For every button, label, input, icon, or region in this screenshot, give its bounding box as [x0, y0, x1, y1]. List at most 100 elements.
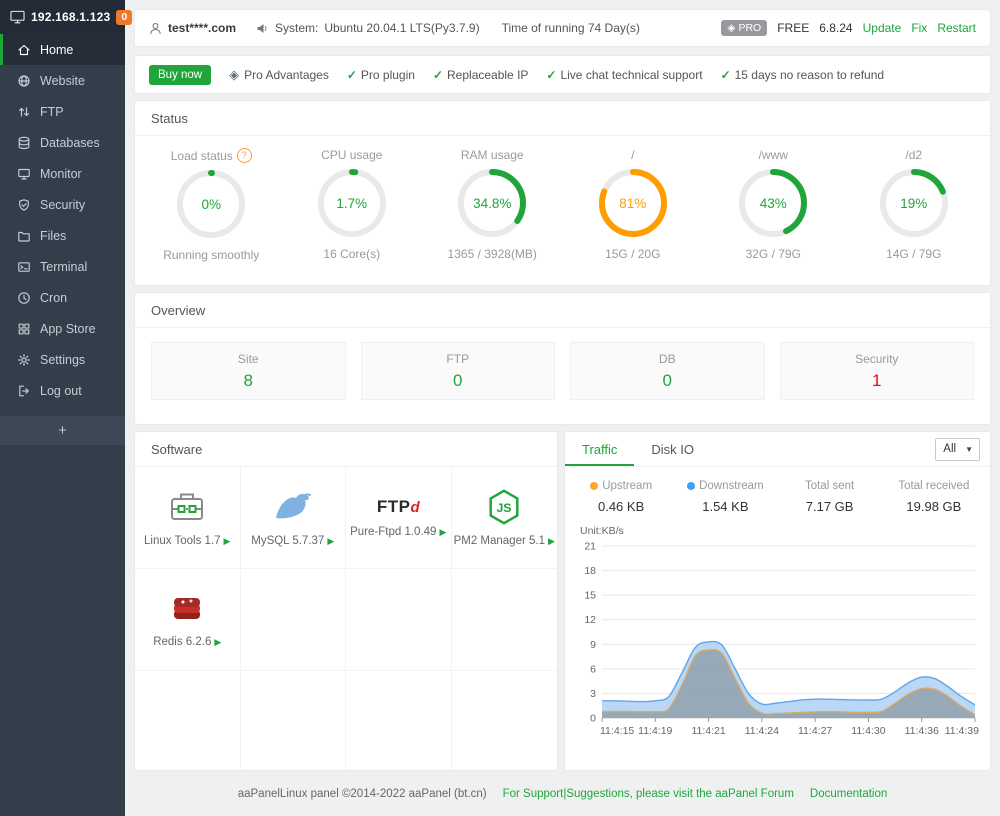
- software-title: Software: [135, 432, 557, 467]
- svg-text:21: 21: [584, 541, 596, 553]
- traffic-panel: Traffic Disk IO All ▼ Upstream0.46 KB Do…: [565, 432, 990, 770]
- pro-advantages-link[interactable]: ◈ Pro Advantages: [229, 67, 329, 83]
- server-ip: 192.168.1.123: [31, 10, 110, 24]
- gauge-disk-d2: /d2 19% 14G / 79G: [844, 148, 985, 262]
- software-grid: Linux Tools 1.7▶ MySQL 5.7.37▶ FTPd Pure…: [135, 467, 557, 770]
- software-cell-empty: [241, 569, 347, 671]
- sidebar-item-label: Terminal: [40, 260, 87, 274]
- running-icon: ▶: [548, 536, 555, 547]
- pro-feature: ✓Pro plugin: [347, 68, 415, 82]
- account-menu[interactable]: test****.com: [149, 21, 236, 35]
- sidebar-item-label: Security: [40, 198, 85, 212]
- software-cell-empty: [346, 671, 452, 770]
- software-cell-empty: [135, 671, 241, 770]
- tab-traffic[interactable]: Traffic: [565, 432, 634, 466]
- user-icon: [149, 22, 162, 35]
- svg-text:11:4:19: 11:4:19: [638, 725, 672, 737]
- topbar: test****.com System: Ubuntu 20.04.1 LTS(…: [135, 10, 990, 46]
- traffic-range-select[interactable]: All ▼: [935, 438, 980, 461]
- sidebar-item-logout[interactable]: Log out: [0, 375, 125, 406]
- software-pm2[interactable]: JS PM2 Manager 5.1▶: [452, 467, 558, 569]
- check-icon: ✓: [433, 68, 443, 82]
- restart-link[interactable]: Restart: [937, 21, 976, 35]
- software-pure-ftpd[interactable]: FTPd Pure-Ftpd 1.0.49▶: [346, 467, 452, 569]
- gauge-load-status: Load status? 0% Running smoothly: [141, 148, 282, 262]
- sidebar-item-label: Files: [40, 229, 66, 243]
- overview-ftp[interactable]: FTP0: [361, 342, 556, 400]
- sidebar-item-monitor[interactable]: Monitor: [0, 158, 125, 189]
- system-info: System: Ubuntu 20.04.1 LTS(Py3.7.9): [256, 21, 480, 35]
- sidebar-item-settings[interactable]: Settings: [0, 344, 125, 375]
- overview-panel: Overview Site8 FTP0 DB0 Security1: [135, 293, 990, 424]
- gauge-disk-www: /www 43% 32G / 79G: [703, 148, 844, 262]
- upstream-dot: [590, 482, 598, 490]
- footer: aaPanelLinux panel ©2014-2022 aaPanel (b…: [135, 788, 990, 800]
- stat-upstream: Upstream0.46 KB: [569, 480, 673, 514]
- pro-badge[interactable]: ◈ PRO: [721, 20, 767, 36]
- svg-text:11:4:21: 11:4:21: [691, 725, 725, 737]
- downstream-dot: [687, 482, 695, 490]
- software-redis[interactable]: Redis 6.2.6▶: [135, 569, 241, 671]
- fix-link[interactable]: Fix: [911, 21, 927, 35]
- svg-text:12: 12: [584, 614, 596, 626]
- server-ip-header: 192.168.1.123 0: [0, 0, 125, 34]
- update-link[interactable]: Update: [863, 21, 902, 35]
- sidebar-item-label: Cron: [40, 291, 67, 305]
- software-cell-empty: [241, 671, 347, 770]
- sidebar-item-terminal[interactable]: Terminal: [0, 251, 125, 282]
- gauge-disk-root: / 81% 15G / 20G: [563, 148, 704, 262]
- main-content: test****.com System: Ubuntu 20.04.1 LTS(…: [125, 0, 1000, 816]
- clock-icon: [17, 291, 31, 305]
- redis-icon: [165, 591, 209, 627]
- help-icon[interactable]: ?: [237, 148, 252, 163]
- overview-title: Overview: [135, 293, 990, 328]
- running-icon: ▶: [214, 637, 221, 648]
- sidebar-item-cron[interactable]: Cron: [0, 282, 125, 313]
- running-icon: ▶: [439, 527, 446, 538]
- copyright-text: aaPanelLinux panel ©2014-2022 aaPanel (b…: [238, 788, 487, 800]
- sidebar-item-label: Settings: [40, 353, 85, 367]
- sidebar-collapse-button[interactable]: +: [0, 416, 125, 445]
- pro-feature: ✓Replaceable IP: [433, 68, 528, 82]
- sidebar-item-ftp[interactable]: FTP: [0, 96, 125, 127]
- chevron-down-icon: ▼: [965, 445, 973, 454]
- sidebar-item-label: Databases: [40, 136, 100, 150]
- forum-link[interactable]: For Support|Suggestions, please visit th…: [503, 788, 794, 800]
- svg-text:Unit:KB/s: Unit:KB/s: [580, 525, 624, 537]
- status-title: Status: [135, 101, 990, 136]
- overview-site[interactable]: Site8: [151, 342, 346, 400]
- tab-disk-io[interactable]: Disk IO: [634, 432, 711, 466]
- sidebar-item-databases[interactable]: Databases: [0, 127, 125, 158]
- svg-text:11:4:27: 11:4:27: [798, 725, 832, 737]
- documentation-link[interactable]: Documentation: [810, 788, 887, 800]
- check-icon: ✓: [721, 68, 731, 82]
- svg-text:11:4:39: 11:4:39: [945, 725, 979, 737]
- pro-feature: ✓Live chat technical support: [546, 68, 702, 82]
- buy-now-button[interactable]: Buy now: [149, 65, 211, 85]
- sidebar-item-app-store[interactable]: App Store: [0, 313, 125, 344]
- system-value: Ubuntu 20.04.1 LTS(Py3.7.9): [324, 21, 479, 35]
- svg-text:11:4:36: 11:4:36: [905, 725, 939, 737]
- sidebar-item-label: App Store: [40, 322, 96, 336]
- software-cell-empty: [452, 671, 558, 770]
- panel-version: 6.8.24: [819, 21, 852, 35]
- software-cell-empty: [346, 569, 452, 671]
- traffic-stats: Upstream0.46 KB Downstream1.54 KB Total …: [565, 467, 990, 522]
- software-cell-empty: [452, 569, 558, 671]
- software-linux-tools[interactable]: Linux Tools 1.7▶: [135, 467, 241, 569]
- mysql-dolphin-icon: [271, 488, 315, 526]
- traffic-chart-area: 03691215182111:4:1511:4:1911:4:2111:4:24…: [565, 522, 990, 755]
- svg-text:6: 6: [590, 663, 596, 675]
- sidebar-item-files[interactable]: Files: [0, 220, 125, 251]
- home-icon: [17, 43, 31, 57]
- check-icon: ✓: [546, 68, 556, 82]
- software-mysql[interactable]: MySQL 5.7.37▶: [241, 467, 347, 569]
- svg-text:11:4:30: 11:4:30: [851, 725, 885, 737]
- overview-db[interactable]: DB0: [570, 342, 765, 400]
- sidebar-item-security[interactable]: Security: [0, 189, 125, 220]
- running-icon: ▶: [327, 536, 334, 547]
- stat-total-sent: Total sent7.17 GB: [778, 480, 882, 514]
- overview-security[interactable]: Security1: [780, 342, 975, 400]
- sidebar-item-home[interactable]: Home: [0, 34, 125, 65]
- sidebar-item-website[interactable]: Website: [0, 65, 125, 96]
